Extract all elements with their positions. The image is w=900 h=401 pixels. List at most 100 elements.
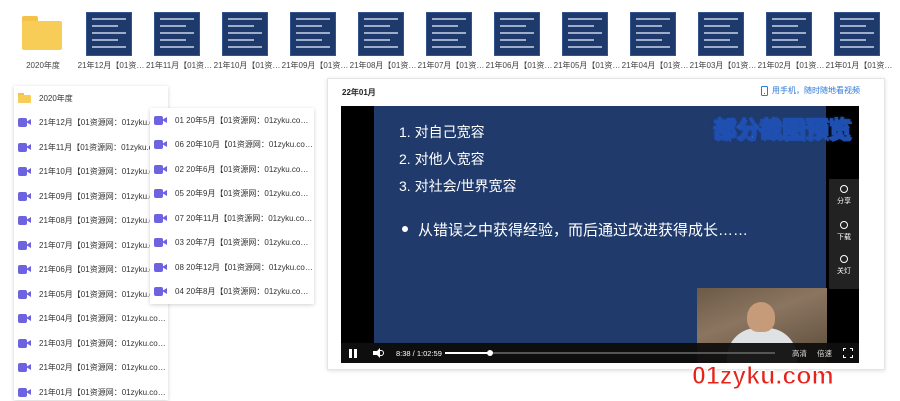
file-list-item[interactable]: 21年07月【01资源网：01zyku.com】.mp4 bbox=[14, 233, 168, 258]
file-list-item[interactable]: 21年08月【01资源网：01zyku.com】.mp4 bbox=[14, 209, 168, 234]
thumbnail-caption: 21年09月【01资… bbox=[281, 61, 349, 70]
volume-button[interactable] bbox=[373, 348, 384, 358]
speed-button[interactable]: 倍速 bbox=[817, 348, 832, 359]
file-name: 04 20年8月【01资源网：01zyku.com】.mp4 bbox=[175, 287, 314, 297]
preview-title: 22年01月 bbox=[342, 88, 376, 97]
file-name: 07 20年11月【01资源网：01zyku.com】.mp4 bbox=[175, 213, 314, 223]
file-name: 03 20年7月【01资源网：01zyku.com】.mp4 bbox=[175, 238, 314, 248]
share-label: 分享 bbox=[837, 198, 851, 205]
file-list-item[interactable]: 21年04月【01资源网：01zyku.com】.mp4 bbox=[14, 307, 168, 332]
video-file-icon bbox=[18, 289, 31, 300]
thumbnail-caption: 21年08月【01资… bbox=[349, 61, 417, 70]
thumbnail-video[interactable]: 21年08月【01资… bbox=[348, 6, 418, 74]
player-side-toolbar: 分享 下载 关灯 bbox=[829, 179, 859, 289]
sound-wave bbox=[380, 350, 384, 356]
file-list-item[interactable]: 03 20年7月【01资源网：01zyku.com】.mp4 bbox=[150, 231, 314, 256]
video-thumbnail-image bbox=[698, 12, 744, 56]
slide-item-1: 1. 对自己宽容 bbox=[399, 124, 485, 140]
thumbnail-video[interactable]: 21年02月【01资… bbox=[756, 6, 826, 74]
thumbnail-video[interactable]: 21年10月【01资… bbox=[212, 6, 282, 74]
video-thumbnail-image bbox=[630, 12, 676, 56]
file-name: 2020年度 bbox=[39, 93, 73, 103]
file-list-item[interactable]: 21年11月【01资源网：01zyku.com】.mp4 bbox=[14, 135, 168, 160]
video-file-icon bbox=[154, 262, 167, 273]
video-file-icon bbox=[18, 215, 31, 226]
thumbnail-video[interactable]: 21年06月【01资… bbox=[484, 6, 554, 74]
lights-off-button[interactable]: 关灯 bbox=[829, 255, 859, 276]
video-file-icon bbox=[154, 115, 167, 126]
video-thumbnail-image bbox=[154, 12, 200, 56]
slide-item-4: 从错误之中获得经验，而后通过改进获得成长…… bbox=[418, 222, 749, 239]
video-thumbnail-image bbox=[494, 12, 540, 56]
file-list-item[interactable]: 21年05月【01资源网：01zyku.com】.mp4 bbox=[14, 282, 168, 307]
download-label: 下载 bbox=[837, 234, 851, 241]
file-name: 21年10月【01资源网：01zyku.com】.mp4 bbox=[39, 167, 168, 177]
file-list-item[interactable]: 21年01月【01资源网：01zyku.com】.mp4 bbox=[14, 380, 168, 401]
thumbnail-video[interactable]: 21年12月【01资… bbox=[76, 6, 146, 74]
video-file-icon bbox=[154, 164, 167, 175]
video-file-icon bbox=[18, 338, 31, 349]
file-list-item[interactable]: 07 20年11月【01资源网：01zyku.com】.mp4 bbox=[150, 206, 314, 231]
progress-bar[interactable] bbox=[445, 350, 775, 356]
file-name: 21年09月【01资源网：01zyku.com】.mp4 bbox=[39, 191, 168, 201]
file-list-left: 2020年度 21年12月【01资源网：01zyku.com】.mp4 21年11月… bbox=[14, 86, 168, 400]
file-list-item[interactable]: 04 20年8月【01资源网：01zyku.com】.mp4 bbox=[150, 280, 314, 305]
thumbnail-caption: 21年07月【01资… bbox=[417, 61, 485, 70]
file-list-item[interactable]: 21年03月【01资源网：01zyku.com】.mp4 bbox=[14, 331, 168, 356]
thumbnail-caption: 2020年度 bbox=[26, 61, 60, 70]
pause-button[interactable] bbox=[349, 349, 357, 358]
mobile-watch-link[interactable]: 用手机，随时随地看视频 bbox=[761, 85, 860, 96]
share-button[interactable]: 分享 bbox=[829, 185, 859, 206]
share-icon bbox=[840, 185, 848, 193]
file-list-item[interactable]: 21年02月【01资源网：01zyku.com】.mp4 bbox=[14, 356, 168, 381]
file-name: 21年04月【01资源网：01zyku.com】.mp4 bbox=[39, 314, 168, 324]
folder-icon bbox=[22, 16, 62, 50]
thumbnail-video[interactable]: 21年05月【01资… bbox=[552, 6, 622, 74]
thumbnail-caption: 21年05月【01资… bbox=[553, 61, 621, 70]
file-list-item[interactable]: 01 20年5月【01资源网：01zyku.com】.mp4 bbox=[150, 108, 314, 133]
video-file-icon bbox=[18, 313, 31, 324]
video-file-icon bbox=[18, 240, 31, 251]
video-player[interactable]: 1. 对自己宽容 2. 对他人宽容 3. 对社会/世界宽容 从错误之中获得经验，… bbox=[341, 106, 859, 363]
file-name: 21年01月【01资源网：01zyku.com】.mp4 bbox=[39, 387, 168, 397]
thumbnail-caption: 21年06月【01资… bbox=[485, 61, 553, 70]
progress-knob[interactable] bbox=[487, 350, 494, 356]
video-file-icon bbox=[18, 264, 31, 275]
video-thumbnail-image bbox=[358, 12, 404, 56]
presenter-head bbox=[747, 302, 775, 332]
file-name: 21年11月【01资源网：01zyku.com】.mp4 bbox=[39, 142, 168, 152]
video-thumbnail-image bbox=[290, 12, 336, 56]
file-list-item[interactable]: 02 20年6月【01资源网：01zyku.com】.mp4 bbox=[150, 157, 314, 182]
file-list-item[interactable]: 21年09月【01资源网：01zyku.com】.mp4 bbox=[14, 184, 168, 209]
video-thumbnail-image bbox=[222, 12, 268, 56]
thumbnail-folder[interactable]: 2020年度 bbox=[8, 6, 78, 74]
thumbnail-video[interactable]: 21年11月【01资… bbox=[144, 6, 214, 74]
file-list-item[interactable]: 08 20年12月【01资源网：01zyku.com】.mp4 bbox=[150, 255, 314, 280]
file-list-item[interactable]: 06 20年10月【01资源网：01zyku.com】.mp4 bbox=[150, 133, 314, 158]
thumbnail-video[interactable]: 21年07月【01资… bbox=[416, 6, 486, 74]
file-list-item[interactable]: 05 20年9月【01资源网：01zyku.com】.mp4 bbox=[150, 182, 314, 207]
thumbnail-video[interactable]: 21年01月【01资… bbox=[824, 6, 894, 74]
quality-button[interactable]: 高清 bbox=[792, 348, 807, 359]
video-file-icon bbox=[18, 142, 31, 153]
video-file-icon bbox=[154, 139, 167, 150]
file-name: 21年12月【01资源网：01zyku.com】.mp4 bbox=[39, 118, 168, 128]
download-icon bbox=[840, 221, 848, 229]
thumbnail-video[interactable]: 21年03月【01资… bbox=[688, 6, 758, 74]
mobile-watch-label: 用手机，随时随地看视频 bbox=[772, 86, 860, 95]
file-name: 06 20年10月【01资源网：01zyku.com】.mp4 bbox=[175, 140, 314, 150]
file-list-item[interactable]: 21年06月【01资源网：01zyku.com】.mp4 bbox=[14, 258, 168, 283]
video-thumbnail-image bbox=[766, 12, 812, 56]
file-name: 01 20年5月【01资源网：01zyku.com】.mp4 bbox=[175, 115, 314, 125]
download-button[interactable]: 下载 bbox=[829, 221, 859, 242]
file-name: 08 20年12月【01资源网：01zyku.com】.mp4 bbox=[175, 262, 314, 272]
file-list-item[interactable]: 2020年度 bbox=[14, 86, 168, 111]
thumbnail-video[interactable]: 21年04月【01资… bbox=[620, 6, 690, 74]
thumbnail-video[interactable]: 21年09月【01资… bbox=[280, 6, 350, 74]
thumbnail-caption: 21年11月【01资… bbox=[145, 61, 213, 70]
file-list-item[interactable]: 21年12月【01资源网：01zyku.com】.mp4 bbox=[14, 111, 168, 136]
file-list-item[interactable]: 21年10月【01资源网：01zyku.com】.mp4 bbox=[14, 160, 168, 185]
video-thumbnail-image bbox=[426, 12, 472, 56]
fullscreen-button[interactable] bbox=[843, 348, 853, 358]
thumbnail-caption: 21年10月【01资… bbox=[213, 61, 281, 70]
